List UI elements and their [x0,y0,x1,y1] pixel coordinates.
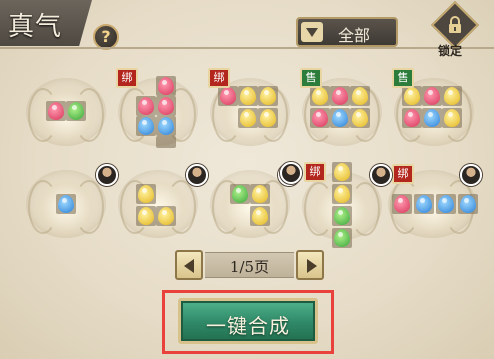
dropdown-arrow-icon [301,22,323,42]
grid-cell [156,136,176,148]
yellow-orb-icon [404,87,420,105]
yellow-orb-icon [138,185,154,203]
lock-label: 锁定 [438,44,463,58]
red-orb-icon [404,109,420,127]
yellow-orb-icon [158,207,174,225]
blue-orb-icon [58,195,74,213]
next-page-button[interactable] [296,250,324,280]
zhenqi-slot[interactable] [114,164,208,244]
zhenqi-slot[interactable]: 绑 [370,164,482,244]
yellow-orb-icon [352,87,368,105]
divider [0,47,494,49]
yellow-orb-icon [352,109,368,127]
blue-orb-icon [332,109,348,127]
bind-tag: 绑 [208,68,230,88]
filter-dropdown[interactable]: 全部 [296,17,398,47]
red-orb-icon [312,109,328,127]
question-icon: ? [101,27,111,46]
yellow-orb-icon [240,109,256,127]
page-title: 真气 [8,12,63,42]
red-orb-icon [220,87,236,105]
yellow-orb-icon [444,87,460,105]
sell-tag: 售 [300,68,322,88]
red-orb-icon [332,87,348,105]
red-orb-icon [138,97,154,115]
avatar [186,164,208,186]
sell-tag: 售 [392,68,414,88]
zhenqi-slot[interactable] [22,164,118,244]
green-orb-icon [232,185,248,203]
green-orb-icon [68,102,84,120]
avatar [280,162,302,184]
zhenqi-slot[interactable]: 绑 [206,68,294,152]
red-orb-icon [158,77,174,95]
page-indicator: 1/5页 [205,252,294,278]
red-orb-icon [48,102,64,120]
avatar [460,164,482,186]
zhenqi-slot[interactable] [22,72,110,152]
yellow-orb-icon [252,207,268,225]
yellow-orb-icon [138,207,154,225]
yellow-orb-icon [334,163,350,181]
bind-tag: 绑 [116,68,138,88]
slot-aura [118,170,198,238]
blue-orb-icon [416,195,432,213]
one-click-compose-button[interactable]: 一键合成 [178,298,318,344]
zhenqi-slot[interactable]: 售 [390,68,478,152]
red-orb-icon [158,97,174,115]
slot-aura [210,170,290,238]
green-orb-icon [334,207,350,225]
page-indicator-text: 1/5页 [229,258,270,276]
green-orb-icon [334,229,350,247]
yellow-orb-icon [260,109,276,127]
yellow-orb-icon [240,87,256,105]
bind-tag: 绑 [392,164,414,184]
filter-label: 全部 [338,26,371,45]
yellow-orb-icon [334,185,350,203]
blue-orb-icon [460,195,476,213]
blue-orb-icon [424,109,440,127]
avatar [370,164,392,186]
yellow-orb-icon [444,109,460,127]
yellow-orb-icon [260,87,276,105]
lock-button[interactable]: 锁定 [430,0,480,58]
blue-orb-icon [158,117,174,135]
red-orb-icon [424,87,440,105]
bind-tag: 绑 [304,162,326,182]
lock-icon [449,16,461,33]
yellow-orb-icon [252,185,268,203]
zhenqi-slot[interactable]: 绑 [114,68,202,152]
red-orb-icon [394,195,410,213]
zhenqi-slot[interactable]: 售 [298,68,386,152]
yellow-orb-icon [312,87,328,105]
prev-page-button[interactable] [175,250,203,280]
blue-orb-icon [138,117,154,135]
blue-orb-icon [438,195,454,213]
compose-label: 一键合成 [206,314,290,338]
